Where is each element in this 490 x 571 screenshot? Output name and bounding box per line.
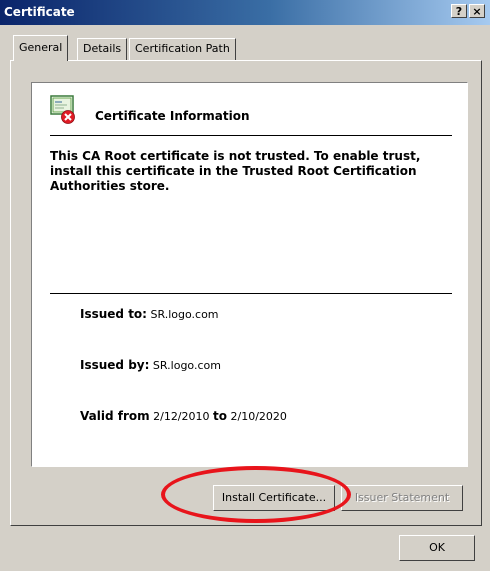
valid-to-value: 2/10/2020 [230,410,287,423]
certificate-error-icon [50,95,75,124]
issued-by-value: SR.logo.com [152,359,221,372]
trust-warning-text: This CA Root certificate is not trusted.… [50,149,421,193]
valid-to-label: to [213,409,227,423]
validity-row: Valid from 2/12/2010 to 2/10/2020 [80,409,287,423]
ok-button[interactable]: OK [399,535,475,561]
valid-from-label: Valid from [80,409,150,423]
middle-divider [50,293,452,294]
issued-to-value: SR.logo.com [150,308,219,321]
window-title: Certificate [4,5,75,19]
certificate-dialog: Certificate ? × General Details Certific… [0,0,490,571]
issued-to-label: Issued to: [80,307,147,321]
close-button[interactable]: × [469,4,485,18]
title-bar[interactable]: Certificate ? × [0,0,490,25]
top-divider [50,135,452,136]
install-certificate-button[interactable]: Install Certificate... [213,485,335,511]
tab-certification-path[interactable]: Certification Path [129,38,236,60]
issued-by-label: Issued by: [80,358,150,372]
issuer-statement-button[interactable]: Issuer Statement [341,485,463,511]
tab-general[interactable]: General [13,35,69,61]
help-button[interactable]: ? [451,4,467,18]
certificate-info-box: Certificate Information This CA Root cer… [31,82,468,467]
tab-details[interactable]: Details [77,38,128,60]
certificate-heading: Certificate Information [95,109,250,123]
issued-to-row: Issued to: SR.logo.com [80,307,219,321]
valid-from-value: 2/12/2010 [153,410,210,423]
issued-by-row: Issued by: SR.logo.com [80,358,221,372]
